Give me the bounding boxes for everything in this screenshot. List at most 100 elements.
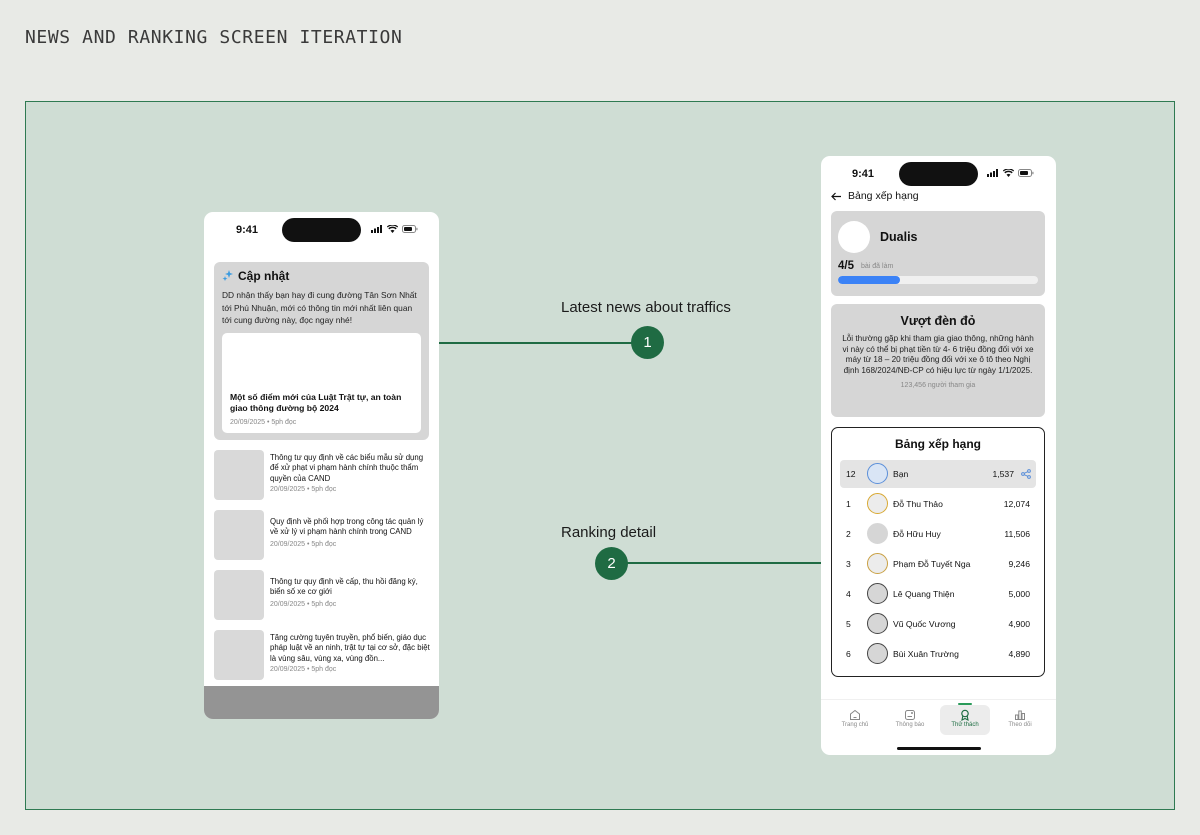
connector-line-2 [626, 562, 821, 564]
leaderboard-row[interactable]: 6 Bùi Xuân Trường 4,890 [840, 640, 1036, 668]
news-item[interactable]: Quy định về phối hợp trong công tác quản… [214, 510, 429, 560]
leaderboard-row[interactable]: 3 Phạm Đỗ Tuyết Nga 9,246 [840, 550, 1036, 578]
progress-bar-fill [838, 276, 900, 284]
news-title: Tăng cường tuyên truyền, phổ biến, giáo … [270, 633, 430, 663]
rank-position: 1 [846, 499, 851, 509]
challenge-card[interactable]: Vượt đèn đỏ Lỗi thường gặp khi tham gia … [831, 304, 1045, 417]
player-name: Bạn [893, 469, 909, 479]
news-meta: 20/09/2025 • 5ph đọc [270, 601, 337, 608]
featured-article-meta: 20/09/2025 • 5ph đọc [230, 419, 297, 426]
participant-count: 123,456 người tham gia [900, 382, 976, 390]
leaderboard-row[interactable]: 4 Lê Quang Thiện 5,000 [840, 580, 1036, 608]
tab-label: Trang chủ [841, 722, 869, 728]
player-name: Đỗ Thu Thảo [893, 499, 943, 509]
rank-position: 2 [846, 529, 851, 539]
leaderboard: Bảng xếp hạng 12 Bạn 1,537 1 Đỗ Thu Thảo 12,0… [831, 427, 1045, 677]
news-meta: 20/09/2025 • 5ph đọc [270, 486, 337, 493]
dynamic-island [899, 162, 978, 186]
update-card[interactable]: Cập nhật DD nhận thấy bạn hay đi cung đư… [214, 262, 429, 440]
tab-home[interactable]: Trang chủ [830, 705, 880, 735]
battery-icon [1018, 169, 1034, 177]
progress-count: 4/5 [838, 260, 854, 272]
wifi-icon [1003, 169, 1014, 177]
page-title: NEWS AND RANKING SCREEN ITERATION [25, 27, 403, 48]
bottom-overlay [204, 686, 439, 719]
connector-line-1 [439, 342, 634, 344]
featured-article[interactable]: Một số điểm mới của Luật Trật tự, an toà… [222, 333, 421, 433]
rank-position: 3 [846, 559, 851, 569]
challenge-title: Vượt đèn đỏ [900, 314, 976, 328]
profile-name: Dualis [880, 230, 918, 244]
tab-challenges[interactable]: Thử thách [940, 705, 990, 735]
avatar [867, 643, 888, 664]
status-time: 9:41 [852, 168, 875, 180]
news-thumbnail [214, 450, 264, 500]
profile-card: Dualis 4/5 bài đã làm [831, 211, 1045, 296]
signal-icon [371, 225, 382, 233]
status-time: 9:41 [236, 224, 259, 236]
news-thumbnail [214, 570, 264, 620]
news-item[interactable]: Thông tư quy định về cấp, thu hồi đăng k… [214, 570, 429, 620]
ranking-screen: 9:41 Bảng xếp hạng Dualis 4/5 bài đã làm… [821, 156, 1056, 755]
wifi-icon [387, 225, 398, 233]
tab-follow[interactable]: Theo dõi [995, 705, 1045, 735]
leaderboard-title: Bảng xếp hạng [894, 437, 981, 451]
player-score: 1,537 [992, 469, 1014, 479]
leaderboard-row-self[interactable]: 12 Bạn 1,537 [840, 460, 1036, 488]
notification-icon [905, 710, 915, 720]
avatar [867, 583, 888, 604]
player-score: 5,000 [1008, 589, 1030, 599]
battery-icon [402, 225, 418, 233]
avatar [867, 463, 888, 484]
tab-label: Thông báo [895, 722, 925, 728]
annotation-marker-1: 1 [631, 326, 664, 359]
home-indicator [897, 747, 981, 750]
player-score: 4,900 [1008, 619, 1030, 629]
stats-icon [1015, 710, 1025, 720]
status-bar: 9:41 [204, 212, 439, 248]
news-thumbnail [214, 510, 264, 560]
leaderboard-row[interactable]: 1 Đỗ Thu Thảo 12,074 [840, 490, 1036, 518]
avatar [838, 221, 870, 253]
status-icons [987, 169, 1034, 177]
signal-icon [987, 169, 998, 177]
rank-position: 4 [846, 589, 851, 599]
update-description: DD nhận thấy bạn hay đi cung đường Tân S… [222, 290, 417, 325]
leaderboard-row[interactable]: 2 Đỗ Hữu Huy 11,506 [840, 520, 1036, 548]
player-name: Lê Quang Thiện [893, 589, 955, 599]
progress-bar [838, 276, 1038, 284]
tab-notifications[interactable]: Thông báo [885, 705, 935, 735]
rank-position: 12 [846, 469, 856, 479]
update-title: Cập nhật [238, 269, 290, 283]
progress-caption: bài đã làm [861, 263, 894, 270]
annotation-label-1: Latest news about traffics [561, 299, 731, 316]
news-title: Quy định về phối hợp trong công tác quản… [270, 517, 424, 537]
player-name: Bùi Xuân Trường [893, 649, 959, 659]
status-bar: 9:41 [821, 156, 1056, 192]
challenge-icon [961, 709, 969, 721]
news-meta: 20/09/2025 • 5ph đọc [270, 541, 337, 548]
player-score: 11,506 [1004, 529, 1030, 539]
tab-bar: Trang chủ Thông báo Thử thách Theo dõi [821, 699, 1056, 755]
player-score: 9,246 [1008, 559, 1030, 569]
player-score: 4,890 [1008, 649, 1030, 659]
news-item[interactable]: Tăng cường tuyên truyền, phổ biến, giáo … [214, 630, 430, 680]
rank-position: 5 [846, 619, 851, 629]
share-icon[interactable] [1021, 469, 1031, 479]
arrow-left-icon [831, 192, 841, 200]
tab-label: Theo dõi [1008, 722, 1032, 728]
home-icon [850, 709, 860, 720]
leaderboard-row[interactable]: 5 Vũ Quốc Vương 4,900 [840, 610, 1036, 638]
sparkle-icon [222, 270, 233, 281]
annotation-label-2: Ranking detail [561, 524, 657, 541]
back-button[interactable]: Bảng xếp hạng [831, 190, 919, 202]
status-icons [371, 225, 418, 233]
player-name: Đỗ Hữu Huy [893, 529, 941, 539]
annotation-marker-2: 2 [595, 547, 628, 580]
news-item[interactable]: Thông tư quy định về các biểu mẫu sử dụn… [214, 450, 429, 500]
featured-article-title: Một số điểm mới của Luật Trật tự, an toà… [230, 392, 402, 413]
news-screen: 9:41 Cập nhật DD nhận thấy bạn hay đi cu… [204, 212, 439, 719]
player-name: Vũ Quốc Vương [893, 619, 956, 629]
avatar [867, 493, 888, 514]
avatar [867, 553, 888, 574]
